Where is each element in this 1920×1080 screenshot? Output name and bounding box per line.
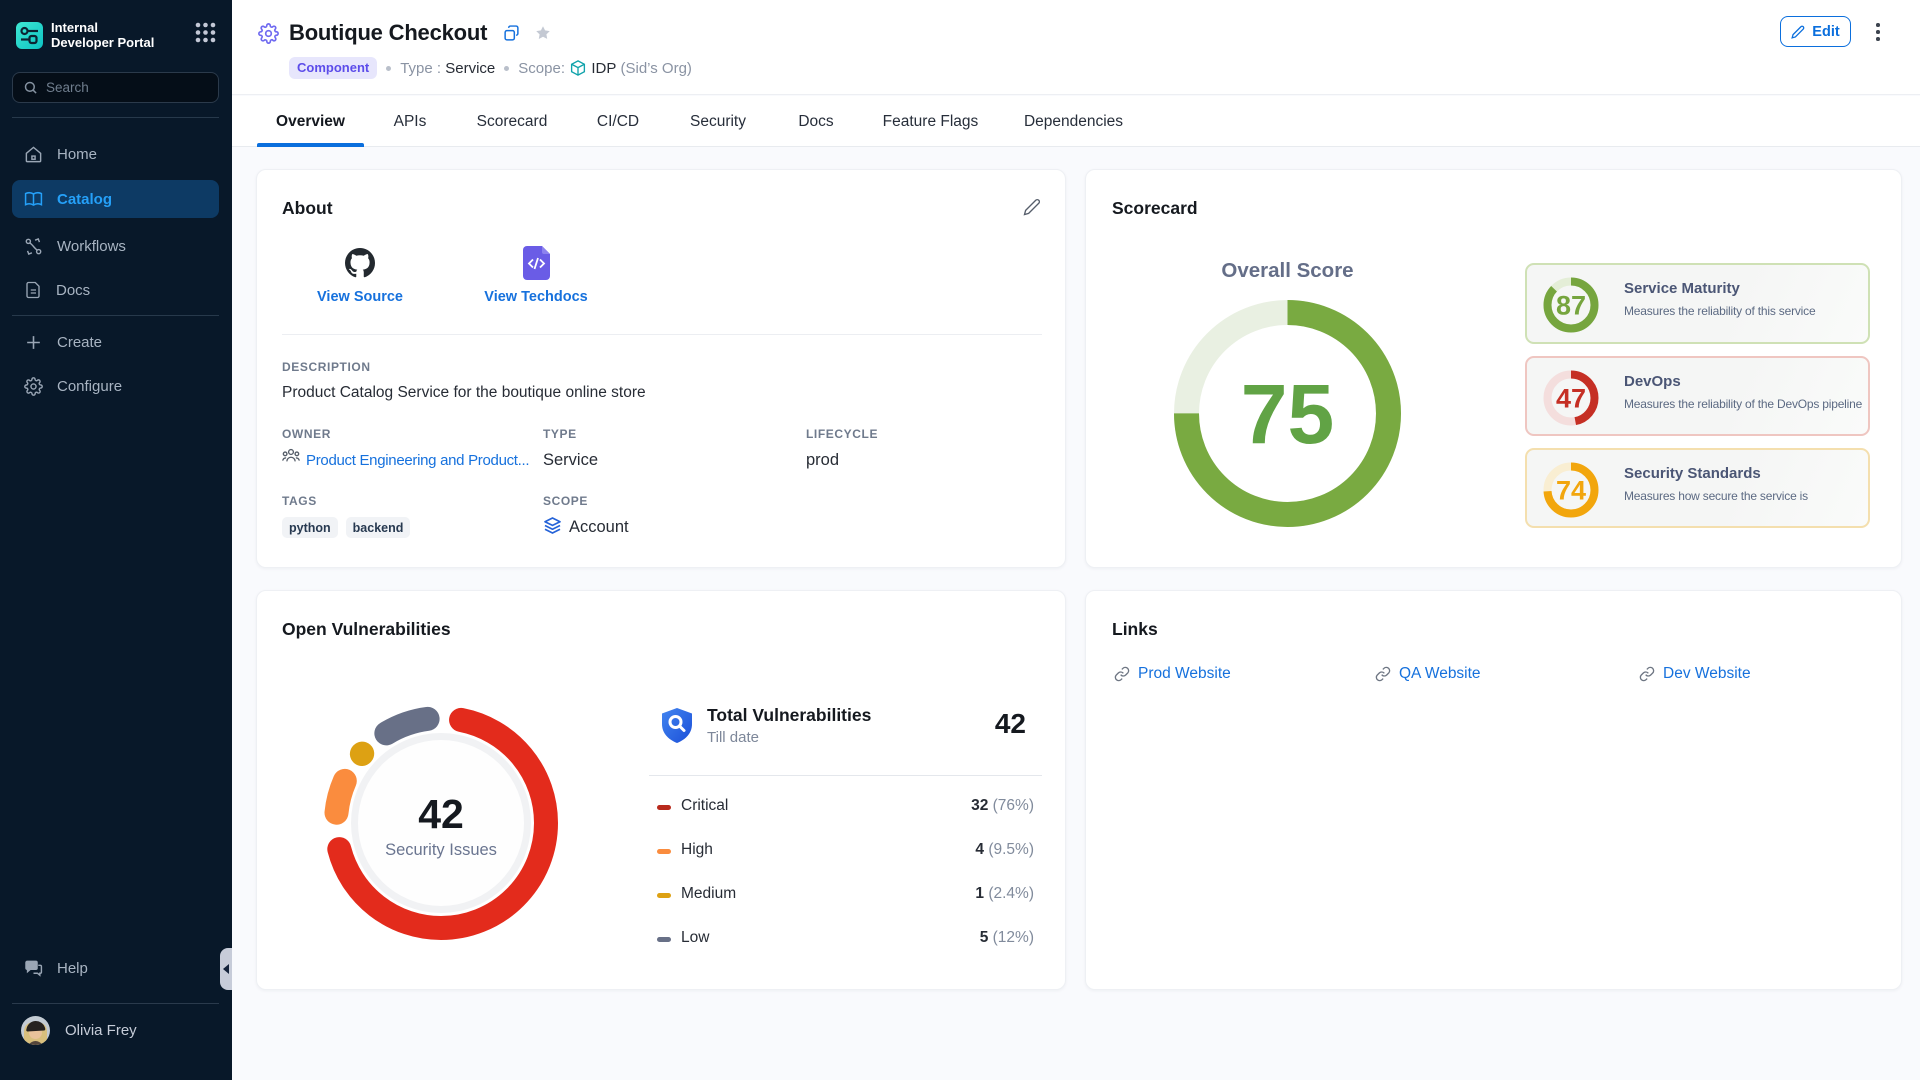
svg-text:87: 87 — [1556, 291, 1586, 321]
svg-text:Security Issues: Security Issues — [385, 841, 497, 859]
svg-text:74: 74 — [1556, 476, 1586, 506]
svg-text:47: 47 — [1556, 384, 1586, 414]
svg-text:42: 42 — [418, 791, 464, 837]
svg-text:75: 75 — [1241, 367, 1334, 461]
svg-text:?: ? — [30, 962, 34, 969]
